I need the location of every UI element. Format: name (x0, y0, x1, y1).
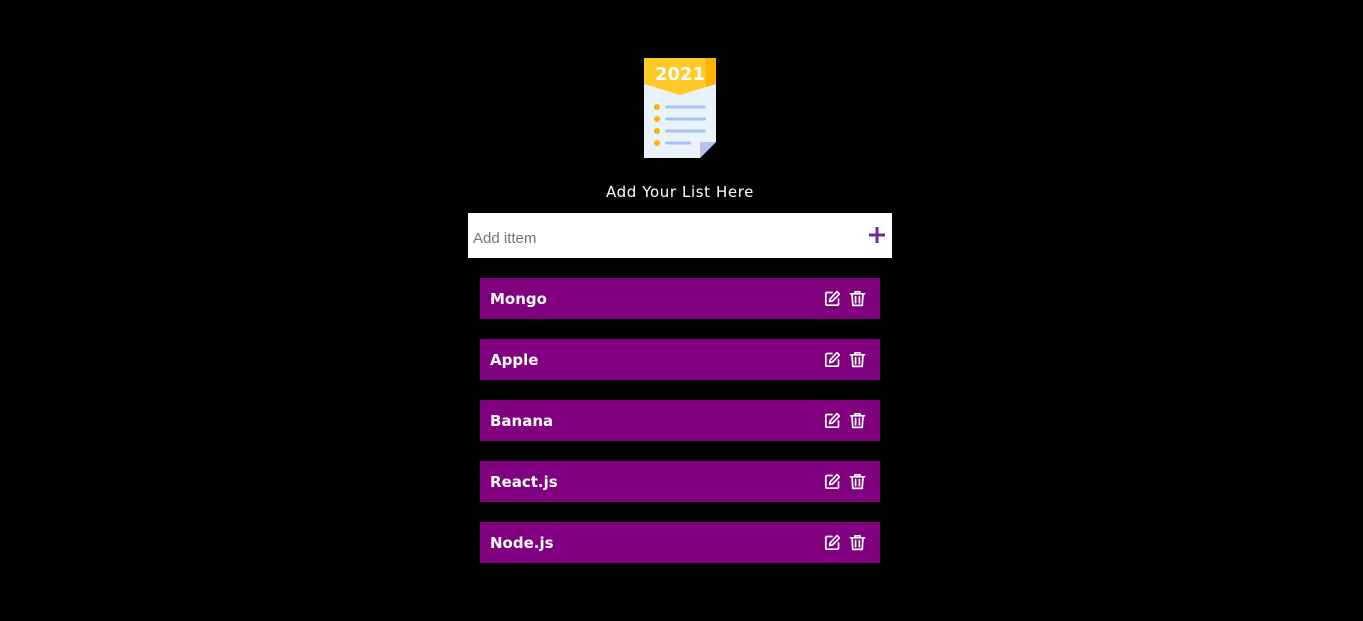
trash-icon (849, 412, 866, 429)
delete-button[interactable] (849, 290, 866, 307)
edit-icon (824, 351, 841, 368)
logo-bullet (654, 116, 660, 122)
list-item-label: Node.js (490, 534, 554, 552)
list-item: Mongo (480, 278, 880, 319)
edit-icon (824, 290, 841, 307)
list-item-label: React.js (490, 473, 558, 491)
edit-button[interactable] (824, 290, 841, 307)
delete-button[interactable] (849, 351, 866, 368)
list-item: Apple (480, 339, 880, 380)
list-item: Banana (480, 400, 880, 441)
delete-button[interactable] (849, 412, 866, 429)
edit-button[interactable] (824, 351, 841, 368)
logo-icon: 2021 (644, 58, 716, 158)
edit-icon (824, 534, 841, 551)
item-list: Mongo Apple Banana React.js Node.js (480, 278, 880, 583)
logo-fold (700, 142, 716, 158)
logo-line (665, 117, 706, 121)
logo-banner-shade (706, 58, 716, 87)
trash-icon (849, 290, 866, 307)
list-item-label: Mongo (490, 290, 547, 308)
logo-line (665, 129, 706, 133)
todo-app: 2021 Add Your List Here Mongo (0, 0, 1363, 621)
logo-bullet (654, 140, 660, 146)
logo-bullet (654, 128, 660, 134)
page-subtitle: Add Your List Here (606, 183, 754, 201)
delete-button[interactable] (849, 473, 866, 490)
list-item-label: Banana (490, 412, 554, 430)
list-item: React.js (480, 461, 880, 502)
add-item-bar (468, 213, 892, 258)
trash-icon (849, 534, 866, 551)
trash-icon (849, 351, 866, 368)
add-item-input[interactable] (468, 213, 858, 258)
trash-icon (849, 473, 866, 490)
edit-button[interactable] (824, 534, 841, 551)
logo-line (665, 105, 706, 109)
logo-bullet (654, 104, 660, 110)
list-item: Node.js (480, 522, 880, 563)
list-item-label: Apple (490, 351, 539, 369)
edit-button[interactable] (824, 412, 841, 429)
logo-line (665, 141, 691, 145)
edit-icon (824, 412, 841, 429)
logo-year: 2021 (655, 64, 705, 85)
edit-button[interactable] (824, 473, 841, 490)
plus-icon (869, 227, 885, 243)
edit-icon (824, 473, 841, 490)
add-item-button[interactable] (866, 224, 888, 246)
delete-button[interactable] (849, 534, 866, 551)
